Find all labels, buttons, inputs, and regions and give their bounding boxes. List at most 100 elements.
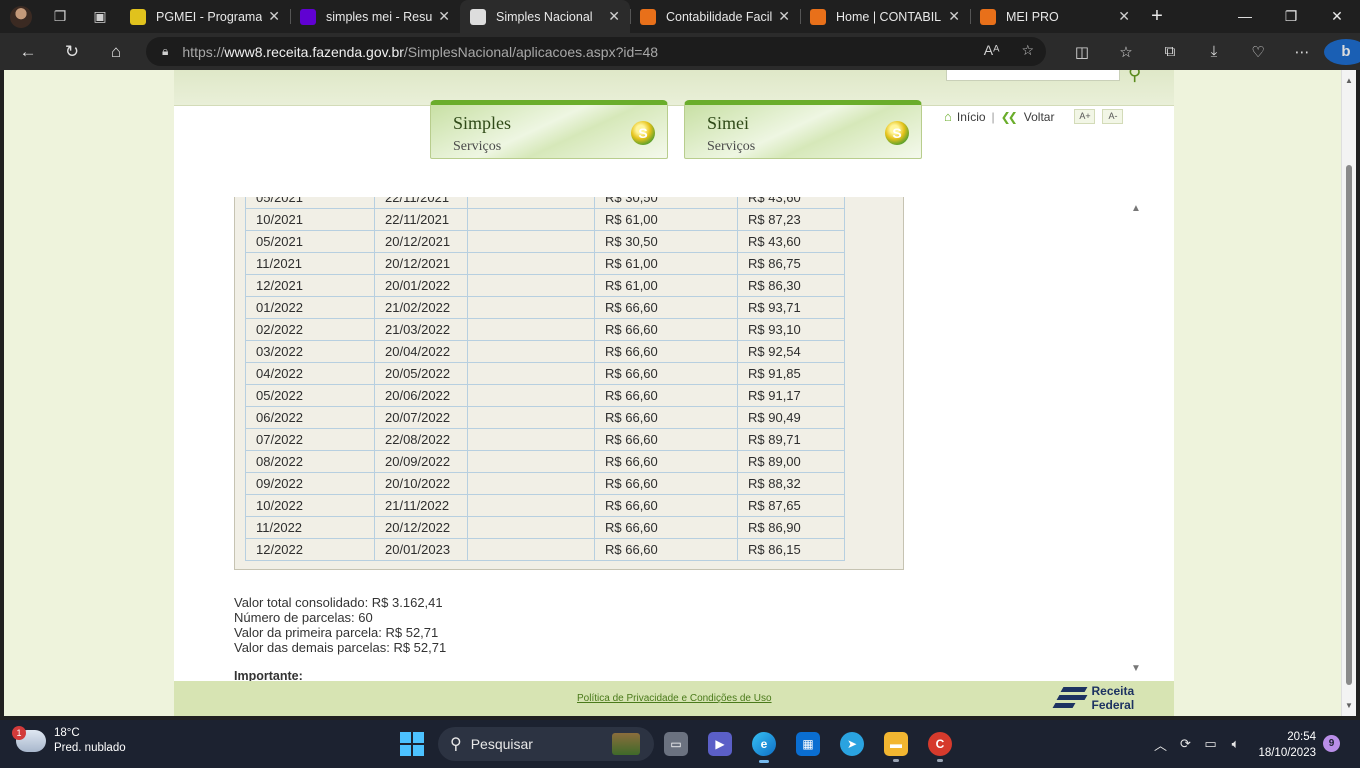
taskbar-search[interactable]: ⚲ Pesquisar bbox=[438, 727, 654, 761]
simples-servicos-banner[interactable]: Simples Serviços S bbox=[430, 100, 668, 159]
close-tab-icon[interactable]: ✕ bbox=[1118, 8, 1130, 25]
minimize-icon[interactable]: — bbox=[1222, 8, 1268, 25]
browser-tab[interactable]: PGMEI - Programa G ✕ bbox=[120, 0, 290, 33]
table-row: 04/2022 20/05/2022 R$ 66,60 R$ 91,85 bbox=[245, 362, 845, 385]
profile-avatar[interactable] bbox=[10, 5, 32, 28]
weather-badge: 1 bbox=[12, 726, 26, 740]
back-arrow-icon[interactable]: ← bbox=[6, 33, 50, 70]
ccleaner-icon[interactable]: C bbox=[918, 724, 962, 764]
table-row: 07/2022 22/08/2022 R$ 66,60 R$ 89,71 bbox=[245, 428, 845, 451]
page-scrollbar[interactable]: ▲ ▼ bbox=[1341, 70, 1356, 716]
table-cell: 20/12/2022 bbox=[374, 516, 468, 539]
edge-browser-icon[interactable]: e bbox=[742, 724, 786, 764]
refresh-icon[interactable]: ↻ bbox=[50, 33, 94, 70]
address-bar[interactable]: 🔒︎ https://www8.receita.fazenda.gov.br/S… bbox=[146, 37, 1046, 66]
lock-icon[interactable]: 🔒︎ bbox=[162, 44, 168, 59]
favorite-star-icon[interactable]: ☆ bbox=[1021, 42, 1034, 59]
simei-servicos-banner[interactable]: Simei Serviços S bbox=[684, 100, 922, 159]
table-row: 05/2021 22/11/2021 R$ 30,50 R$ 43,60 bbox=[245, 197, 845, 209]
performance-icon[interactable]: ♡ bbox=[1236, 43, 1280, 61]
home-icon[interactable]: ⌂ bbox=[94, 33, 138, 70]
weather-description: Pred. nublado bbox=[54, 742, 126, 754]
table-cell: R$ 93,71 bbox=[737, 296, 845, 319]
browser-tab[interactable]: MEI PRO ✕ bbox=[970, 0, 1140, 33]
consolidation-summary: Valor total consolidado: R$ 3.162,41 Núm… bbox=[234, 595, 446, 655]
voltar-link[interactable]: Voltar bbox=[1024, 110, 1055, 124]
windows-start-icon[interactable] bbox=[400, 732, 424, 756]
scroll-down-icon[interactable]: ▼ bbox=[1345, 701, 1353, 710]
network-icon[interactable]: ▭ bbox=[1198, 736, 1223, 752]
table-cell: 04/2022 bbox=[245, 362, 375, 385]
table-cell: R$ 92,54 bbox=[737, 340, 845, 363]
table-cell: R$ 87,65 bbox=[737, 494, 845, 517]
receita-federal-logo[interactable]: Receita Federal bbox=[1052, 684, 1174, 712]
chevron-up-icon[interactable]: ︿ bbox=[1148, 735, 1173, 754]
read-aloud-icon[interactable]: Aᴬ bbox=[984, 42, 1000, 59]
table-cell: 06/2022 bbox=[245, 406, 375, 429]
table-cell bbox=[467, 252, 595, 275]
browser-tab[interactable]: simples mei - Result ✕ bbox=[290, 0, 460, 33]
url-text[interactable]: https://www8.receita.fazenda.gov.br/Simp… bbox=[182, 44, 658, 60]
inner-scroll-down-icon[interactable]: ▼ bbox=[1131, 663, 1141, 674]
browser-tab[interactable]: Home | CONTABILID ✕ bbox=[800, 0, 970, 33]
table-cell: R$ 89,00 bbox=[737, 450, 845, 473]
system-clock[interactable]: 20:54 18/10/2023 bbox=[1256, 729, 1316, 761]
font-decrease-button[interactable]: A- bbox=[1102, 109, 1124, 124]
top-links: ⌂ Início | ❮❮ Voltar A+ A- bbox=[944, 109, 1124, 124]
close-window-icon[interactable]: ✕ bbox=[1314, 8, 1360, 25]
telegram-icon[interactable]: ➤ bbox=[830, 724, 874, 764]
more-menu-icon[interactable]: ⋯ bbox=[1280, 43, 1324, 61]
privacy-policy-link[interactable]: Política de Privacidade e Condições de U… bbox=[577, 693, 772, 704]
table-cell: R$ 61,00 bbox=[594, 274, 738, 297]
home-icon: ⌂ bbox=[944, 109, 952, 124]
close-tab-icon[interactable]: ✕ bbox=[948, 8, 960, 25]
table-cell: R$ 43,60 bbox=[737, 197, 845, 209]
close-tab-icon[interactable]: ✕ bbox=[778, 8, 790, 25]
table-cell: R$ 66,60 bbox=[594, 340, 738, 363]
task-view-icon[interactable]: ▭ bbox=[654, 724, 698, 764]
search-icon[interactable]: ⚲ bbox=[1128, 70, 1141, 85]
file-explorer-icon[interactable]: ▬ bbox=[874, 724, 918, 764]
split-screen-icon[interactable]: ◫ bbox=[1060, 43, 1104, 61]
teams-meet-icon[interactable]: ▶ bbox=[698, 724, 742, 764]
close-tab-icon[interactable]: ✕ bbox=[268, 8, 280, 25]
table-cell: R$ 66,60 bbox=[594, 494, 738, 517]
new-tab-button[interactable]: + bbox=[1140, 5, 1174, 28]
weather-widget[interactable]: 1 18°C Pred. nublado bbox=[12, 726, 126, 756]
page-content: ⚲ Simples Serviços S Simei Serviços S ⌂ … bbox=[174, 70, 1174, 716]
bing-copilot-icon[interactable]: b bbox=[1324, 38, 1360, 65]
table-cell bbox=[467, 538, 595, 561]
inicio-link[interactable]: Início bbox=[957, 110, 986, 124]
collections-icon[interactable]: ⧉ bbox=[1148, 43, 1192, 60]
tab-actions-icon[interactable]: ▣ bbox=[80, 0, 120, 33]
microsoft-store-icon[interactable]: ▦ bbox=[786, 724, 830, 764]
volume-icon[interactable]: 🔈︎ bbox=[1223, 736, 1248, 752]
sync-icon[interactable]: ⟳ bbox=[1173, 736, 1198, 752]
other-installments-value: Valor das demais parcelas: R$ 52,71 bbox=[234, 640, 447, 655]
scroll-up-icon[interactable]: ▲ bbox=[1345, 76, 1353, 85]
scrollbar-thumb[interactable] bbox=[1346, 165, 1352, 685]
close-tab-icon[interactable]: ✕ bbox=[608, 8, 620, 25]
notification-badge[interactable]: 9 bbox=[1323, 735, 1340, 752]
table-cell: 10/2022 bbox=[245, 494, 375, 517]
site-search-input[interactable] bbox=[946, 70, 1120, 81]
font-increase-button[interactable]: A+ bbox=[1074, 109, 1096, 124]
banner-subtitle: Serviços bbox=[707, 139, 756, 154]
browser-tab[interactable]: Simples Nacional ✕ bbox=[460, 0, 630, 33]
inner-scroll-up-icon[interactable]: ▲ bbox=[1131, 203, 1141, 214]
close-tab-icon[interactable]: ✕ bbox=[438, 8, 450, 25]
table-cell: R$ 66,60 bbox=[594, 362, 738, 385]
table-cell: 02/2022 bbox=[245, 318, 375, 341]
table-cell bbox=[467, 340, 595, 363]
workspaces-icon[interactable]: ❐ bbox=[40, 0, 80, 33]
browser-tab[interactable]: Contabilidade Facili ✕ bbox=[630, 0, 800, 33]
banner-title: Simei bbox=[707, 113, 750, 133]
downloads-icon[interactable]: ⤓ bbox=[1192, 43, 1236, 60]
table-cell bbox=[467, 362, 595, 385]
favorites-icon[interactable]: ☆ bbox=[1104, 43, 1148, 61]
table-cell: 11/2022 bbox=[245, 516, 375, 539]
table-cell: 20/01/2022 bbox=[374, 274, 468, 297]
table-cell: 10/2021 bbox=[245, 208, 375, 231]
table-cell: 20/12/2021 bbox=[374, 230, 468, 253]
restore-icon[interactable]: ❐ bbox=[1268, 8, 1314, 25]
